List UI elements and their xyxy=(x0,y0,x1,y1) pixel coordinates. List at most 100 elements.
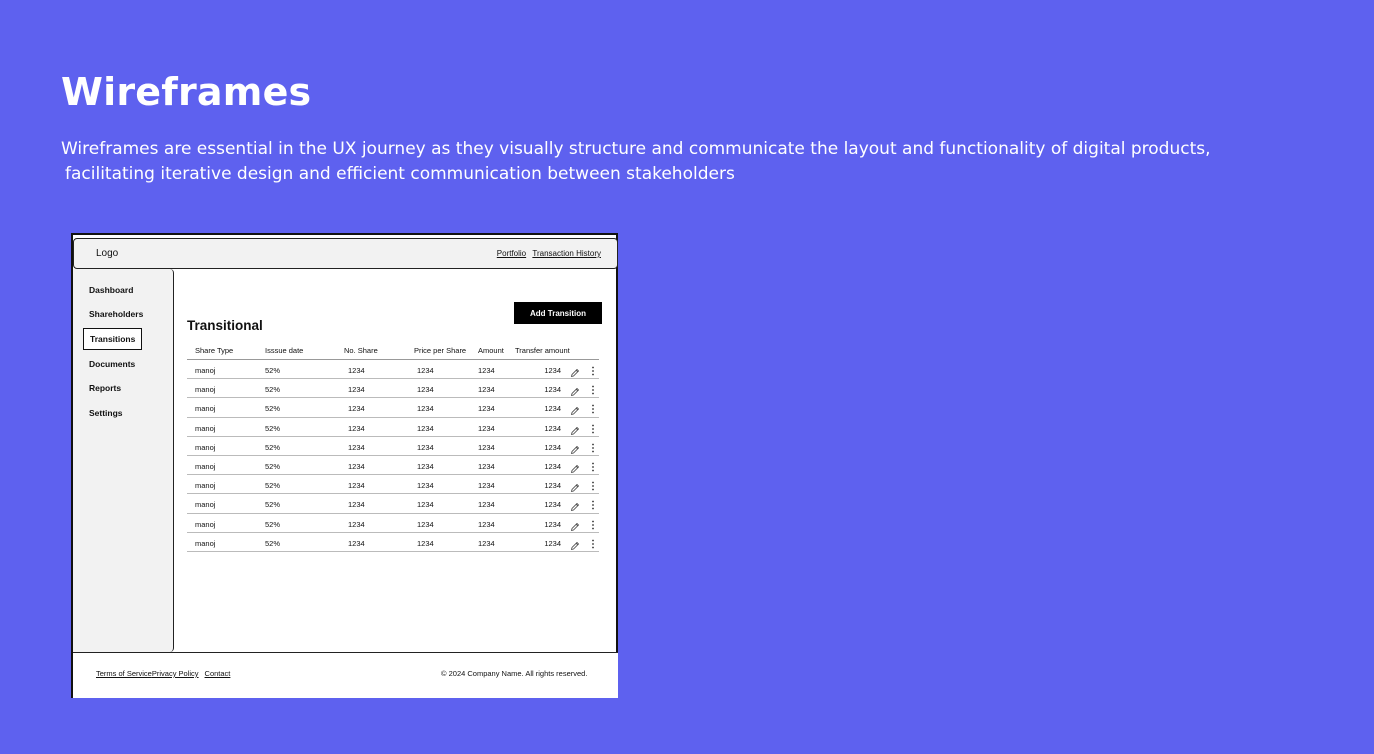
cell-price-per-share: 1234 xyxy=(417,500,434,510)
more-vertical-icon[interactable] xyxy=(590,383,596,395)
header-link-portfolio[interactable]: Portfolio xyxy=(497,249,526,258)
cell-issue-date: 52% xyxy=(265,366,281,375)
cell-price-per-share: 1234 xyxy=(417,461,434,471)
cell-amount: 1234 xyxy=(478,385,495,395)
cell-transfer-amount: 1234 xyxy=(544,366,561,375)
pencil-icon[interactable] xyxy=(570,384,580,397)
cell-no-share: 1234 xyxy=(348,461,365,471)
description-line-2: facilitating iterative design and effici… xyxy=(65,164,735,184)
cell-price-per-share: 1234 xyxy=(417,404,434,414)
pencil-icon[interactable] xyxy=(570,403,580,416)
cell-no-share: 1234 xyxy=(348,442,365,452)
cell-issue-date: 52% xyxy=(265,385,281,395)
cell-amount: 1234 xyxy=(478,481,495,491)
cell-share-type: manoj xyxy=(195,500,216,510)
cell-share-type: manoj xyxy=(195,519,216,529)
cell-share-type: manoj xyxy=(195,461,216,471)
cell-transfer-amount: 1234 xyxy=(544,500,561,510)
header-link-transaction-history[interactable]: Transaction History xyxy=(532,249,601,258)
cell-transfer-amount: 1234 xyxy=(544,538,561,548)
more-vertical-icon[interactable] xyxy=(590,479,596,491)
transitions-table: Share Type Isssue date No. Share Price p… xyxy=(187,343,599,552)
cell-issue-date: 52% xyxy=(265,404,281,414)
cell-share-type: manoj xyxy=(195,481,216,491)
cell-transfer-amount: 1234 xyxy=(544,519,561,529)
more-vertical-icon[interactable] xyxy=(590,518,596,530)
more-vertical-icon[interactable] xyxy=(590,441,596,453)
add-transition-button[interactable]: Add Transition xyxy=(514,302,602,324)
cell-issue-date: 52% xyxy=(265,481,281,491)
column-header-transfer-amount: Transfer amount xyxy=(515,346,570,355)
cell-price-per-share: 1234 xyxy=(417,481,434,491)
cell-no-share: 1234 xyxy=(348,366,365,375)
pencil-icon[interactable] xyxy=(570,499,580,512)
cell-share-type: manoj xyxy=(195,442,216,452)
cell-issue-date: 52% xyxy=(265,500,281,510)
wireframe-title: Transitional xyxy=(187,318,263,333)
page-description: Wireframes are essential in the UX journ… xyxy=(61,137,1241,187)
column-header-price-per-share: Price per Share xyxy=(414,346,467,355)
cell-amount: 1234 xyxy=(478,461,495,471)
sidebar-item-documents[interactable]: Documents xyxy=(89,359,135,369)
more-vertical-icon[interactable] xyxy=(590,402,596,414)
cell-price-per-share: 1234 xyxy=(417,538,434,548)
cell-no-share: 1234 xyxy=(348,423,365,433)
cell-issue-date: 52% xyxy=(265,442,281,452)
table-row: manoj 52% 1234 1234 1234 1234 xyxy=(187,398,599,418)
cell-no-share: 1234 xyxy=(348,481,365,491)
pencil-icon[interactable] xyxy=(570,442,580,454)
table-row: manoj 52% 1234 1234 1234 1234 xyxy=(187,475,599,495)
pencil-icon[interactable] xyxy=(570,461,580,473)
cell-no-share: 1234 xyxy=(348,500,365,510)
footer-link-terms[interactable]: Terms of Service xyxy=(96,669,152,678)
table-row: manoj 52% 1234 1234 1234 1234 xyxy=(187,456,599,476)
sidebar-item-reports[interactable]: Reports xyxy=(89,383,121,393)
wireframe-header-links: Portfolio Transaction History xyxy=(493,249,601,258)
more-vertical-icon[interactable] xyxy=(590,537,596,549)
more-vertical-icon[interactable] xyxy=(590,422,596,434)
page-title: Wireframes xyxy=(61,70,312,114)
table-row: manoj 52% 1234 1234 1234 1234 xyxy=(187,533,599,552)
footer-links: Terms of ServicePrivacy Policy Contact xyxy=(96,669,230,678)
footer-link-contact[interactable]: Contact xyxy=(205,669,231,678)
cell-share-type: manoj xyxy=(195,366,216,375)
pencil-icon[interactable] xyxy=(570,519,580,531)
cell-no-share: 1234 xyxy=(348,538,365,548)
cell-amount: 1234 xyxy=(478,366,495,375)
more-vertical-icon[interactable] xyxy=(590,364,596,376)
more-vertical-icon[interactable] xyxy=(590,460,596,472)
cell-price-per-share: 1234 xyxy=(417,423,434,433)
cell-amount: 1234 xyxy=(478,442,495,452)
wireframe-sidebar: Dashboard Shareholders Transitions Docum… xyxy=(73,269,174,652)
table-row: manoj 52% 1234 1234 1234 1234 xyxy=(187,437,599,456)
pencil-icon[interactable] xyxy=(570,538,580,550)
pencil-icon[interactable] xyxy=(570,365,580,378)
table-row: manoj 52% 1234 1234 1234 1234 xyxy=(187,379,599,399)
sidebar-item-settings[interactable]: Settings xyxy=(89,408,123,418)
column-header-issue-date: Isssue date xyxy=(265,346,304,355)
wireframe-footer: Terms of ServicePrivacy Policy Contact © … xyxy=(73,652,618,698)
cell-transfer-amount: 1234 xyxy=(544,404,561,414)
pencil-icon[interactable] xyxy=(570,423,580,435)
footer-link-privacy[interactable]: Privacy Policy xyxy=(152,669,199,678)
cell-amount: 1234 xyxy=(478,519,495,529)
cell-amount: 1234 xyxy=(478,500,495,510)
sidebar-item-shareholders[interactable]: Shareholders xyxy=(89,309,143,319)
copyright-text: © 2024 Company Name. All rights reserved… xyxy=(441,669,588,678)
cell-amount: 1234 xyxy=(478,423,495,433)
cell-no-share: 1234 xyxy=(348,519,365,529)
table-row: manoj 52% 1234 1234 1234 1234 xyxy=(187,514,599,533)
cell-transfer-amount: 1234 xyxy=(544,423,561,433)
column-header-amount: Amount xyxy=(478,346,504,355)
cell-amount: 1234 xyxy=(478,404,495,414)
column-header-no-share: No. Share xyxy=(344,346,378,355)
wireframe-logo: Logo xyxy=(96,248,119,259)
more-vertical-icon[interactable] xyxy=(590,498,596,510)
sidebar-item-transitions[interactable]: Transitions xyxy=(83,328,143,350)
cell-issue-date: 52% xyxy=(265,519,281,529)
sidebar-item-dashboard[interactable]: Dashboard xyxy=(89,285,133,295)
pencil-icon[interactable] xyxy=(570,480,580,493)
cell-share-type: manoj xyxy=(195,538,216,548)
cell-share-type: manoj xyxy=(195,423,216,433)
description-line-1: Wireframes are essential in the UX journ… xyxy=(61,139,1211,159)
